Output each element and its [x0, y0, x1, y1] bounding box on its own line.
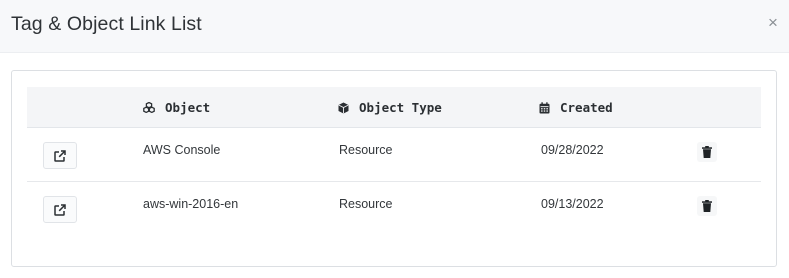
cube-icon: [338, 102, 349, 114]
modal-header: Tag & Object Link List ×: [0, 0, 789, 53]
open-link-button[interactable]: [43, 142, 77, 169]
close-icon[interactable]: ×: [766, 14, 780, 31]
column-header-object[interactable]: Object: [143, 100, 210, 115]
modal-title: Tag & Object Link List: [11, 13, 202, 35]
object-name: AWS Console: [143, 143, 221, 157]
column-header-label: Object: [165, 100, 211, 115]
created-date: 09/28/2022: [541, 143, 604, 157]
trash-icon: [702, 200, 712, 212]
created-date: 09/13/2022: [541, 197, 604, 211]
delete-button[interactable]: [697, 142, 717, 162]
trash-icon: [702, 146, 712, 158]
delete-button[interactable]: [697, 196, 717, 216]
table-row: AWS Console Resource 09/28/2022: [27, 128, 761, 182]
external-link-icon: [54, 203, 66, 216]
column-header-label: Object Type: [359, 100, 442, 115]
object-type: Resource: [339, 197, 393, 211]
link-table: Object Object Type Created AWS Console R…: [27, 87, 761, 236]
column-header-object-type[interactable]: Object Type: [338, 100, 442, 115]
object-name: aws-win-2016-en: [143, 197, 239, 211]
open-link-button[interactable]: [43, 196, 77, 223]
calendar-icon: [539, 101, 550, 114]
column-header-label: Created: [560, 100, 613, 115]
table-row: aws-win-2016-en Resource 09/13/2022: [27, 182, 761, 236]
table-header: Object Object Type Created: [27, 87, 761, 128]
external-link-icon: [54, 149, 66, 162]
cubes-icon: [143, 102, 155, 113]
link-list-card: Object Object Type Created AWS Console R…: [11, 70, 777, 267]
column-header-created[interactable]: Created: [539, 100, 613, 115]
object-type: Resource: [339, 143, 393, 157]
